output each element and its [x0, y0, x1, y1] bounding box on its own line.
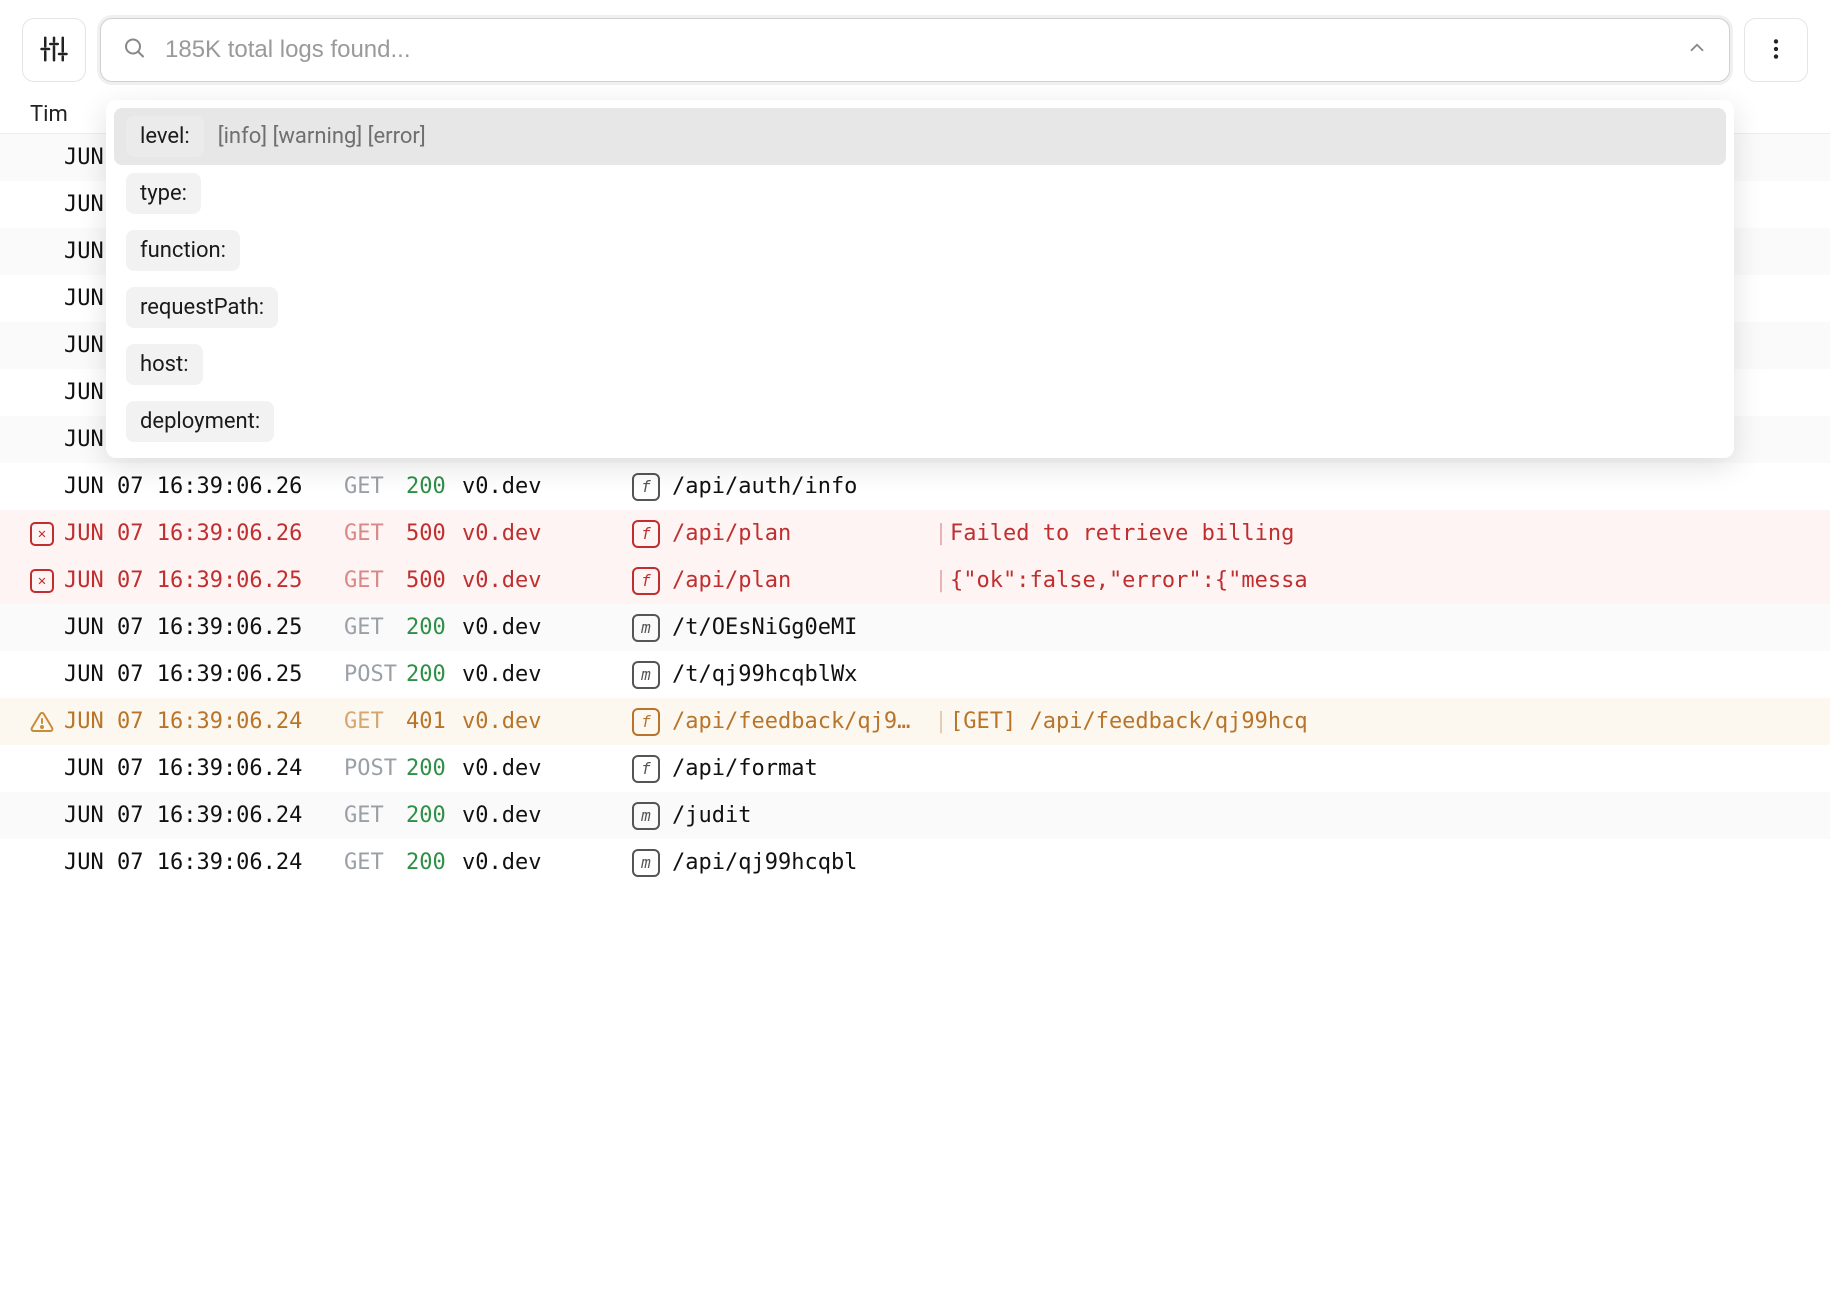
log-timestamp: JUN 07 16:39:06.25: [64, 564, 344, 597]
log-timestamp: JUN 07 16:39:06.26: [64, 470, 344, 503]
log-row[interactable]: ✕JUN 07 16:39:06.25GET500v0.devf/api/pla…: [0, 557, 1830, 604]
log-timestamp: JUN 07 16:39:06.24: [64, 846, 344, 879]
more-button[interactable]: [1744, 18, 1808, 82]
log-divider: |: [932, 517, 950, 550]
suggestion-item[interactable]: deployment:: [114, 393, 1726, 450]
log-method: POST: [344, 752, 406, 785]
log-host: v0.dev: [462, 517, 632, 550]
log-timestamp: JUN 07 16:39:06.25: [64, 658, 344, 691]
log-status: 200: [406, 752, 462, 785]
suggestion-key: requestPath:: [126, 287, 278, 328]
log-host: v0.dev: [462, 705, 632, 738]
log-status: 500: [406, 564, 462, 597]
log-status: 200: [406, 658, 462, 691]
more-vertical-icon: [1763, 36, 1789, 65]
log-path: /api/format: [672, 752, 932, 785]
log-method: GET: [344, 611, 406, 644]
log-path: /api/plan: [672, 517, 932, 550]
log-type-badge: f: [632, 708, 672, 736]
suggestion-hint: [info] [warning] [error]: [218, 124, 426, 149]
log-path: /judit: [672, 799, 932, 832]
sliders-icon: [39, 34, 69, 67]
log-host: v0.dev: [462, 470, 632, 503]
search-suggestions-dropdown: level: [info] [warning] [error] type: funct…: [106, 100, 1734, 458]
time-header-label: Tim: [30, 102, 68, 127]
suggestion-key: function:: [126, 230, 240, 271]
log-level-icon: ✕: [30, 522, 64, 546]
log-type-badge: f: [632, 473, 672, 501]
log-status: 200: [406, 611, 462, 644]
log-method: GET: [344, 564, 406, 597]
log-method: POST: [344, 658, 406, 691]
log-timestamp: JUN 07 16:39:06.26: [64, 517, 344, 550]
log-method: GET: [344, 705, 406, 738]
log-row[interactable]: JUN 07 16:39:06.24GET401v0.devf/api/feed…: [0, 698, 1830, 745]
log-level-icon: [30, 710, 64, 734]
log-path: /api/feedback/qj9…: [672, 705, 932, 738]
log-status: 200: [406, 799, 462, 832]
log-type-badge: f: [632, 567, 672, 595]
log-row[interactable]: JUN 07 16:39:06.25POST200v0.devm/t/qj99h…: [0, 651, 1830, 698]
log-method: GET: [344, 517, 406, 550]
log-host: v0.dev: [462, 799, 632, 832]
log-type-badge: f: [632, 755, 672, 783]
log-method: GET: [344, 799, 406, 832]
suggestion-item[interactable]: type:: [114, 165, 1726, 222]
chevron-up-icon[interactable]: [1686, 37, 1708, 64]
suggestion-key: level:: [126, 116, 204, 157]
search-wrap: [100, 18, 1730, 82]
log-host: v0.dev: [462, 846, 632, 879]
topbar: [0, 0, 1830, 92]
suggestion-key: type:: [126, 173, 201, 214]
log-path: /api/qj99hcqbl: [672, 846, 932, 879]
log-level-icon: ✕: [30, 569, 64, 593]
log-row[interactable]: JUN 07 16:39:06.24POST200v0.devf/api/for…: [0, 745, 1830, 792]
log-message: {"ok":false,"error":{"messa: [950, 564, 1816, 597]
log-message: [GET] /api/feedback/qj99hcq: [950, 705, 1816, 738]
search-input[interactable]: [100, 18, 1730, 82]
log-divider: |: [932, 705, 950, 738]
log-status: 200: [406, 846, 462, 879]
log-row[interactable]: JUN 07 16:39:06.24GET200v0.devm/api/qj99…: [0, 839, 1830, 886]
log-host: v0.dev: [462, 752, 632, 785]
log-type-badge: m: [632, 661, 672, 689]
log-method: GET: [344, 846, 406, 879]
suggestion-item[interactable]: requestPath:: [114, 279, 1726, 336]
filters-button[interactable]: [22, 18, 86, 82]
suggestion-item[interactable]: level: [info] [warning] [error]: [114, 108, 1726, 165]
suggestion-item[interactable]: host:: [114, 336, 1726, 393]
suggestion-item[interactable]: function:: [114, 222, 1726, 279]
log-message: Failed to retrieve billing: [950, 517, 1816, 550]
log-host: v0.dev: [462, 658, 632, 691]
log-path: /api/auth/info: [672, 470, 932, 503]
log-type-badge: m: [632, 614, 672, 642]
log-timestamp: JUN 07 16:39:06.24: [64, 799, 344, 832]
log-status: 200: [406, 470, 462, 503]
log-row[interactable]: JUN 07 16:39:06.25GET200v0.devm/t/OEsNiG…: [0, 604, 1830, 651]
log-path: /t/OEsNiGg0eMI: [672, 611, 932, 644]
suggestion-key: host:: [126, 344, 203, 385]
log-method: GET: [344, 470, 406, 503]
log-host: v0.dev: [462, 564, 632, 597]
log-status: 401: [406, 705, 462, 738]
log-timestamp: JUN 07 16:39:06.24: [64, 705, 344, 738]
log-divider: |: [932, 564, 950, 597]
log-timestamp: JUN 07 16:39:06.24: [64, 752, 344, 785]
log-timestamp: JUN 07 16:39:06.25: [64, 611, 344, 644]
log-type-badge: f: [632, 520, 672, 548]
search-icon: [122, 36, 146, 65]
log-type-badge: m: [632, 849, 672, 877]
log-row[interactable]: ✕JUN 07 16:39:06.26GET500v0.devf/api/pla…: [0, 510, 1830, 557]
log-row[interactable]: JUN 07 16:39:06.26GET200v0.devf/api/auth…: [0, 463, 1830, 510]
log-path: /t/qj99hcqblWx: [672, 658, 932, 691]
log-path: /api/plan: [672, 564, 932, 597]
log-type-badge: m: [632, 802, 672, 830]
log-host: v0.dev: [462, 611, 632, 644]
log-status: 500: [406, 517, 462, 550]
suggestion-key: deployment:: [126, 401, 274, 442]
log-row[interactable]: JUN 07 16:39:06.24GET200v0.devm/judit: [0, 792, 1830, 839]
